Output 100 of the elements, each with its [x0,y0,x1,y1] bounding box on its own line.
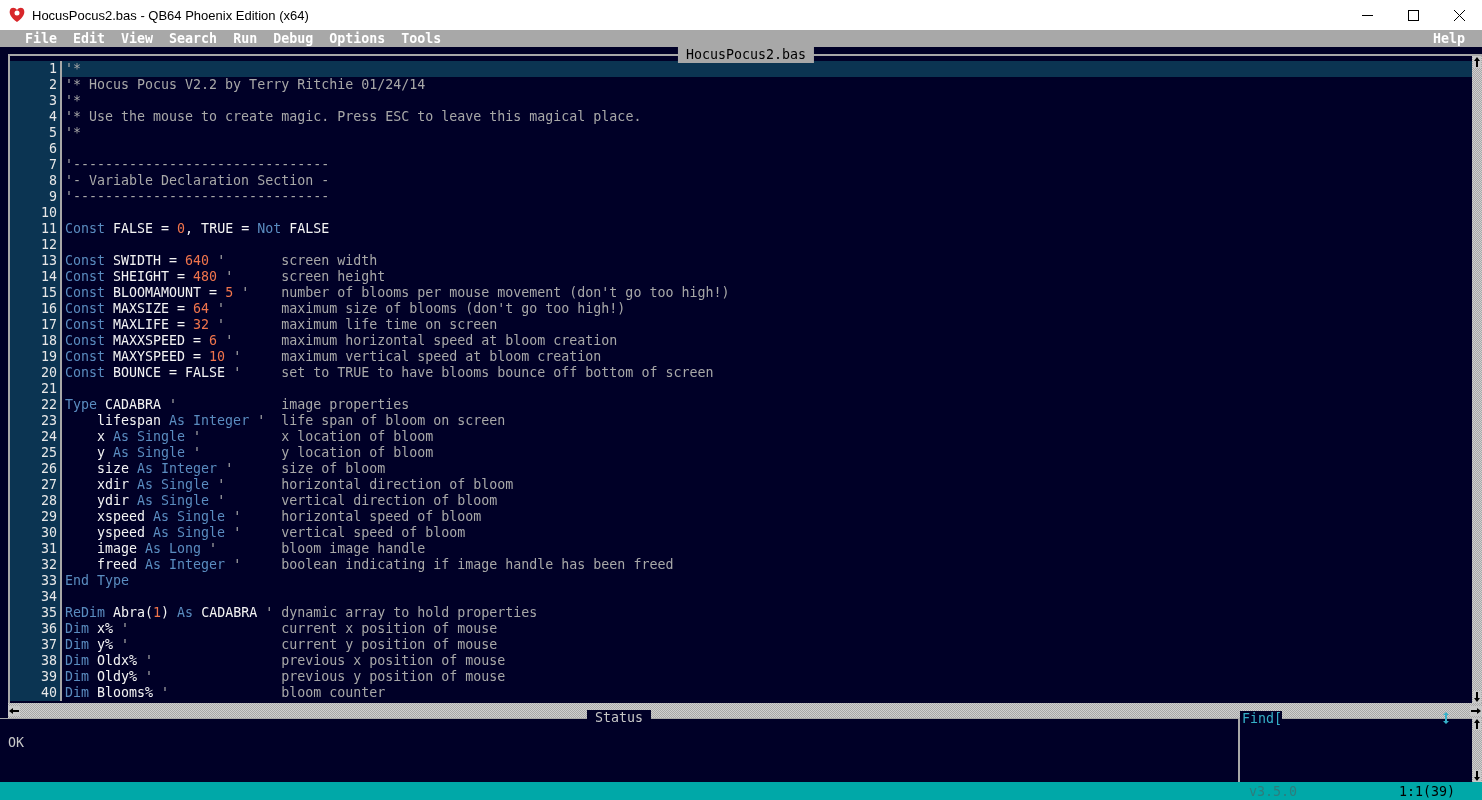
code-line: '* [64,125,81,141]
code-line: '* Hocus Pocus V2.2 by Terry Ritchie 01/24/14 [64,77,426,93]
code-line: Dim Oldx% ' previous x position of mouse [64,653,506,669]
code-line: y As Single ' y location of bloom [96,445,434,461]
code-line: size As Integer ' size of bloom [96,461,386,477]
line-number: 7 [10,157,62,173]
scroll-right-icon[interactable] [1470,705,1482,716]
line-number: 6 [10,141,62,157]
code-line: image As Long ' bloom image handle [96,541,426,557]
menu-item[interactable]: Options [329,30,386,47]
line-number: 13 [10,253,62,269]
line-number: 31 [10,541,62,557]
code-line: xdir As Single ' horizontal direction of bloom [96,477,514,493]
app-logo-icon [8,6,26,24]
code-line: Const MAXYSPEED = 10 ' maximum vertical speed at bloom creation [64,349,602,365]
line-number: 33 [10,573,62,589]
line-number: 9 [10,189,62,205]
vertical-scrollbar[interactable] [1472,56,1482,703]
menu-item[interactable]: View [121,30,154,47]
line-number: 28 [10,493,62,509]
code-line: Dim x% ' current x position of mouse [64,621,498,637]
code-line: Const MAXXSPEED = 6 ' maximum horizontal speed at bloom creation [64,333,618,349]
line-number: 37 [10,637,62,653]
line-number: 14 [10,269,62,285]
code-line: '-------------------------------- [64,189,330,205]
up-down-arrow-icon[interactable] [1442,712,1450,724]
line-number: 4 [10,109,62,125]
line-number: 5 [10,125,62,141]
window-title: HocusPocus2.bas - QB64 Phoenix Edition (x64) [32,7,310,23]
scroll-down-icon[interactable] [1473,691,1481,703]
menu-item[interactable]: Help [1432,30,1465,47]
code-line: Const MAXLIFE = 32 ' maximum life time on screen [64,317,498,333]
line-number: 38 [10,653,62,669]
line-number: 12 [10,237,62,253]
line-number: 36 [10,621,62,637]
code-line: End Type [64,573,130,589]
line-number: 11 [10,221,62,237]
line-number: 20 [10,365,62,381]
line-number: 21 [10,381,62,397]
code-line: yspeed As Single ' vertical speed of bloom [96,525,466,541]
menu-item[interactable]: Search [169,30,218,47]
line-number: 25 [10,445,62,461]
line-number: 17 [10,317,62,333]
cursor-position: 1:1(39) [1399,783,1456,799]
line-number: 26 [10,461,62,477]
code-line: Type CADABRA ' image properties [64,397,410,413]
line-number: 24 [10,429,62,445]
line-number: 23 [10,413,62,429]
code-line: Dim y% ' current y position of mouse [64,637,498,653]
code-line: freed As Integer ' boolean indicating if image handle has been freed [96,557,674,573]
line-number: 27 [10,477,62,493]
maximize-icon[interactable] [1407,9,1419,21]
code-line: x As Single ' x location of bloom [96,429,434,445]
code-line: Dim Blooms% ' bloom counter [64,685,386,701]
code-line: Const FALSE = 0, TRUE = Not FALSE [64,221,330,237]
code-line: Const SHEIGHT = 480 ' screen height [64,269,386,285]
menu-item[interactable]: Tools [401,30,442,47]
code-line: lifespan As Integer ' life span of bloom on screen [96,413,506,429]
line-number: 32 [10,557,62,573]
line-number: 2 [10,77,62,93]
line-number: 3 [10,93,62,109]
code-line: Dim Oldy% ' previous y position of mouse [64,669,506,685]
code-line: Const SWIDTH = 640 ' screen width [64,253,378,269]
menu-item[interactable]: Edit [73,30,106,47]
code-line: '- Variable Declaration Section - [64,173,330,189]
code-line: '* Use the mouse to create magic. Press ESC to leave this magical place. [64,109,642,125]
line-number: 30 [10,525,62,541]
line-number: 16 [10,301,62,317]
scroll-left-icon[interactable] [8,705,20,716]
code-line: ReDim Abra(1) As CADABRA ' dynamic array to hold properties [64,605,538,621]
menu-item[interactable]: Debug [273,30,314,47]
line-number: 15 [10,285,62,301]
line-number: 40 [10,685,62,701]
menu-item[interactable]: File [25,30,58,47]
line-number: 8 [10,173,62,189]
line-number: 29 [10,509,62,525]
line-number: 10 [10,205,62,221]
status-message: OK [7,734,24,751]
code-line: Const BOUNCE = FALSE ' set to TRUE to have blooms bounce off bottom of screen [64,365,714,381]
close-icon[interactable] [1453,9,1465,21]
code-line: ydir As Single ' vertical direction of bloom [96,493,498,509]
code-line: Const MAXSIZE = 64 ' maximum size of blooms (don't go too high!) [64,301,626,317]
code-line: Const BLOOMAMOUNT = 5 ' number of blooms per mouse movement (don't go too high!) [64,285,730,301]
code-line: '-------------------------------- [64,157,330,173]
code-line: '* [64,93,81,109]
scroll-up-icon[interactable] [1473,718,1481,730]
line-number: 35 [10,605,62,621]
code-line: '* [64,61,81,77]
line-number: 18 [10,333,62,349]
line-number: 39 [10,669,62,685]
file-tab[interactable]: HocusPocus2.bas [677,47,815,63]
line-number: 22 [10,397,62,413]
find-field[interactable]: Find[ [1240,711,1283,727]
scroll-up-icon[interactable] [1473,56,1481,68]
scroll-down-icon[interactable] [1473,770,1481,782]
code-line: xspeed As Single ' horizontal speed of bloom [96,509,482,525]
vertical-scrollbar[interactable] [1472,718,1482,782]
menu-item[interactable]: Run [233,30,258,47]
line-number: 34 [10,589,62,605]
line-number: 19 [10,349,62,365]
